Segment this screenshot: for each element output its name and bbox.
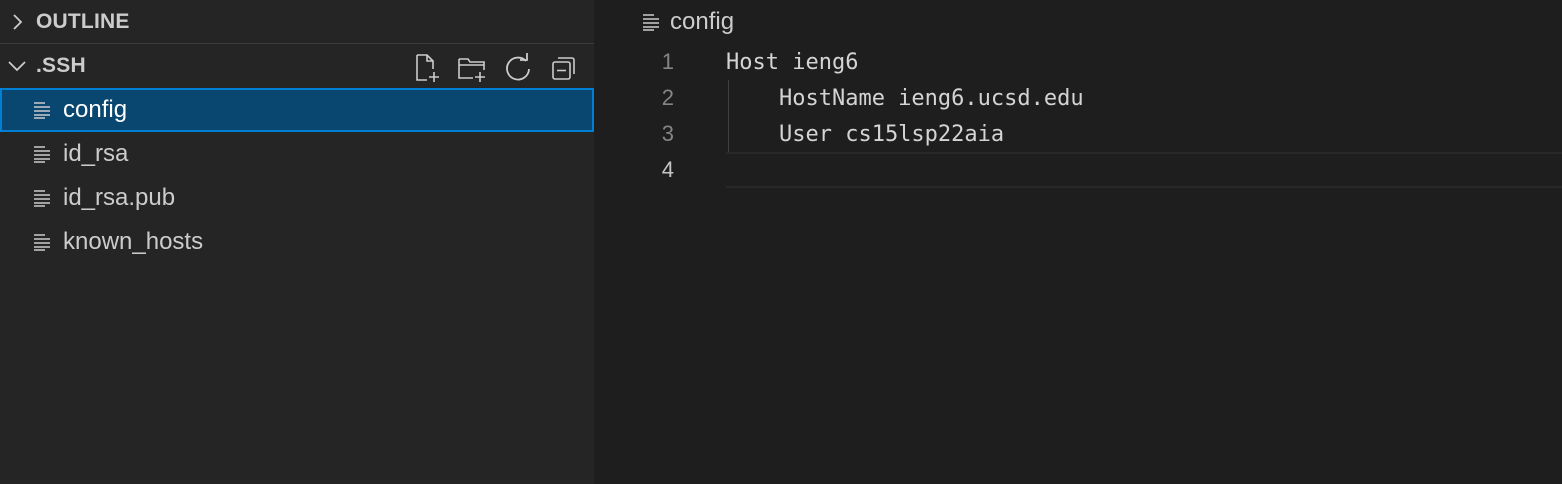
indent-guide [728, 116, 729, 152]
chevron-down-icon [8, 61, 26, 72]
new-file-icon[interactable] [410, 52, 442, 84]
outline-section-header[interactable]: OUTLINE [0, 0, 594, 44]
code-line[interactable]: 2 HostName ieng6.ucsd.edu [594, 80, 1562, 116]
breadcrumb-filename: config [670, 8, 735, 35]
line-text: User cs15lsp22aia [726, 121, 1005, 147]
file-item-known-hosts[interactable]: known_hosts [0, 220, 594, 264]
new-folder-icon[interactable] [456, 52, 488, 84]
file-label: config [63, 96, 128, 123]
ssh-folder-title: .SSH [36, 54, 86, 77]
file-list: config id_rsa id_rsa.pub known_hosts [0, 88, 594, 264]
breadcrumb[interactable]: config [594, 0, 1562, 44]
line-number: 4 [661, 157, 674, 182]
line-number: 2 [661, 85, 674, 110]
ssh-folder-header[interactable]: .SSH [0, 44, 594, 88]
chevron-right-icon [13, 13, 23, 30]
file-text-icon [34, 190, 50, 207]
line-number: 1 [661, 49, 674, 74]
explorer-sidebar: OUTLINE .SSH config id_rsa id_rsa.pub kn… [0, 0, 594, 484]
file-item-id-rsa-pub[interactable]: id_rsa.pub [0, 176, 594, 220]
line-text: Host ieng6 [726, 49, 859, 75]
refresh-icon[interactable] [502, 52, 534, 84]
code-area[interactable]: 1 Host ieng6 2 HostName ieng6.ucsd.edu 3… [594, 44, 1562, 188]
file-item-config[interactable]: config [0, 88, 594, 132]
file-text-icon [34, 102, 50, 119]
file-label: known_hosts [63, 228, 204, 255]
file-text-icon [643, 14, 659, 31]
folder-actions [410, 52, 580, 84]
line-number: 3 [661, 121, 674, 146]
file-label: id_rsa.pub [63, 184, 176, 211]
file-label: id_rsa [63, 140, 129, 167]
editor-pane[interactable]: config 1 Host ieng6 2 HostName ieng6.ucs… [594, 0, 1562, 484]
code-line-current[interactable]: 4 [594, 152, 1562, 188]
code-line[interactable]: 1 Host ieng6 [594, 44, 1562, 80]
file-text-icon [34, 146, 50, 163]
vscode-window: OUTLINE .SSH config id_rsa id_rsa.pub kn… [0, 0, 1562, 484]
code-line[interactable]: 3 User cs15lsp22aia [594, 116, 1562, 152]
file-item-id-rsa[interactable]: id_rsa [0, 132, 594, 176]
line-text: HostName ieng6.ucsd.edu [726, 85, 1084, 111]
collapse-all-icon[interactable] [548, 52, 580, 84]
indent-guide [728, 80, 729, 116]
outline-title: OUTLINE [36, 9, 130, 33]
file-text-icon [34, 234, 50, 251]
